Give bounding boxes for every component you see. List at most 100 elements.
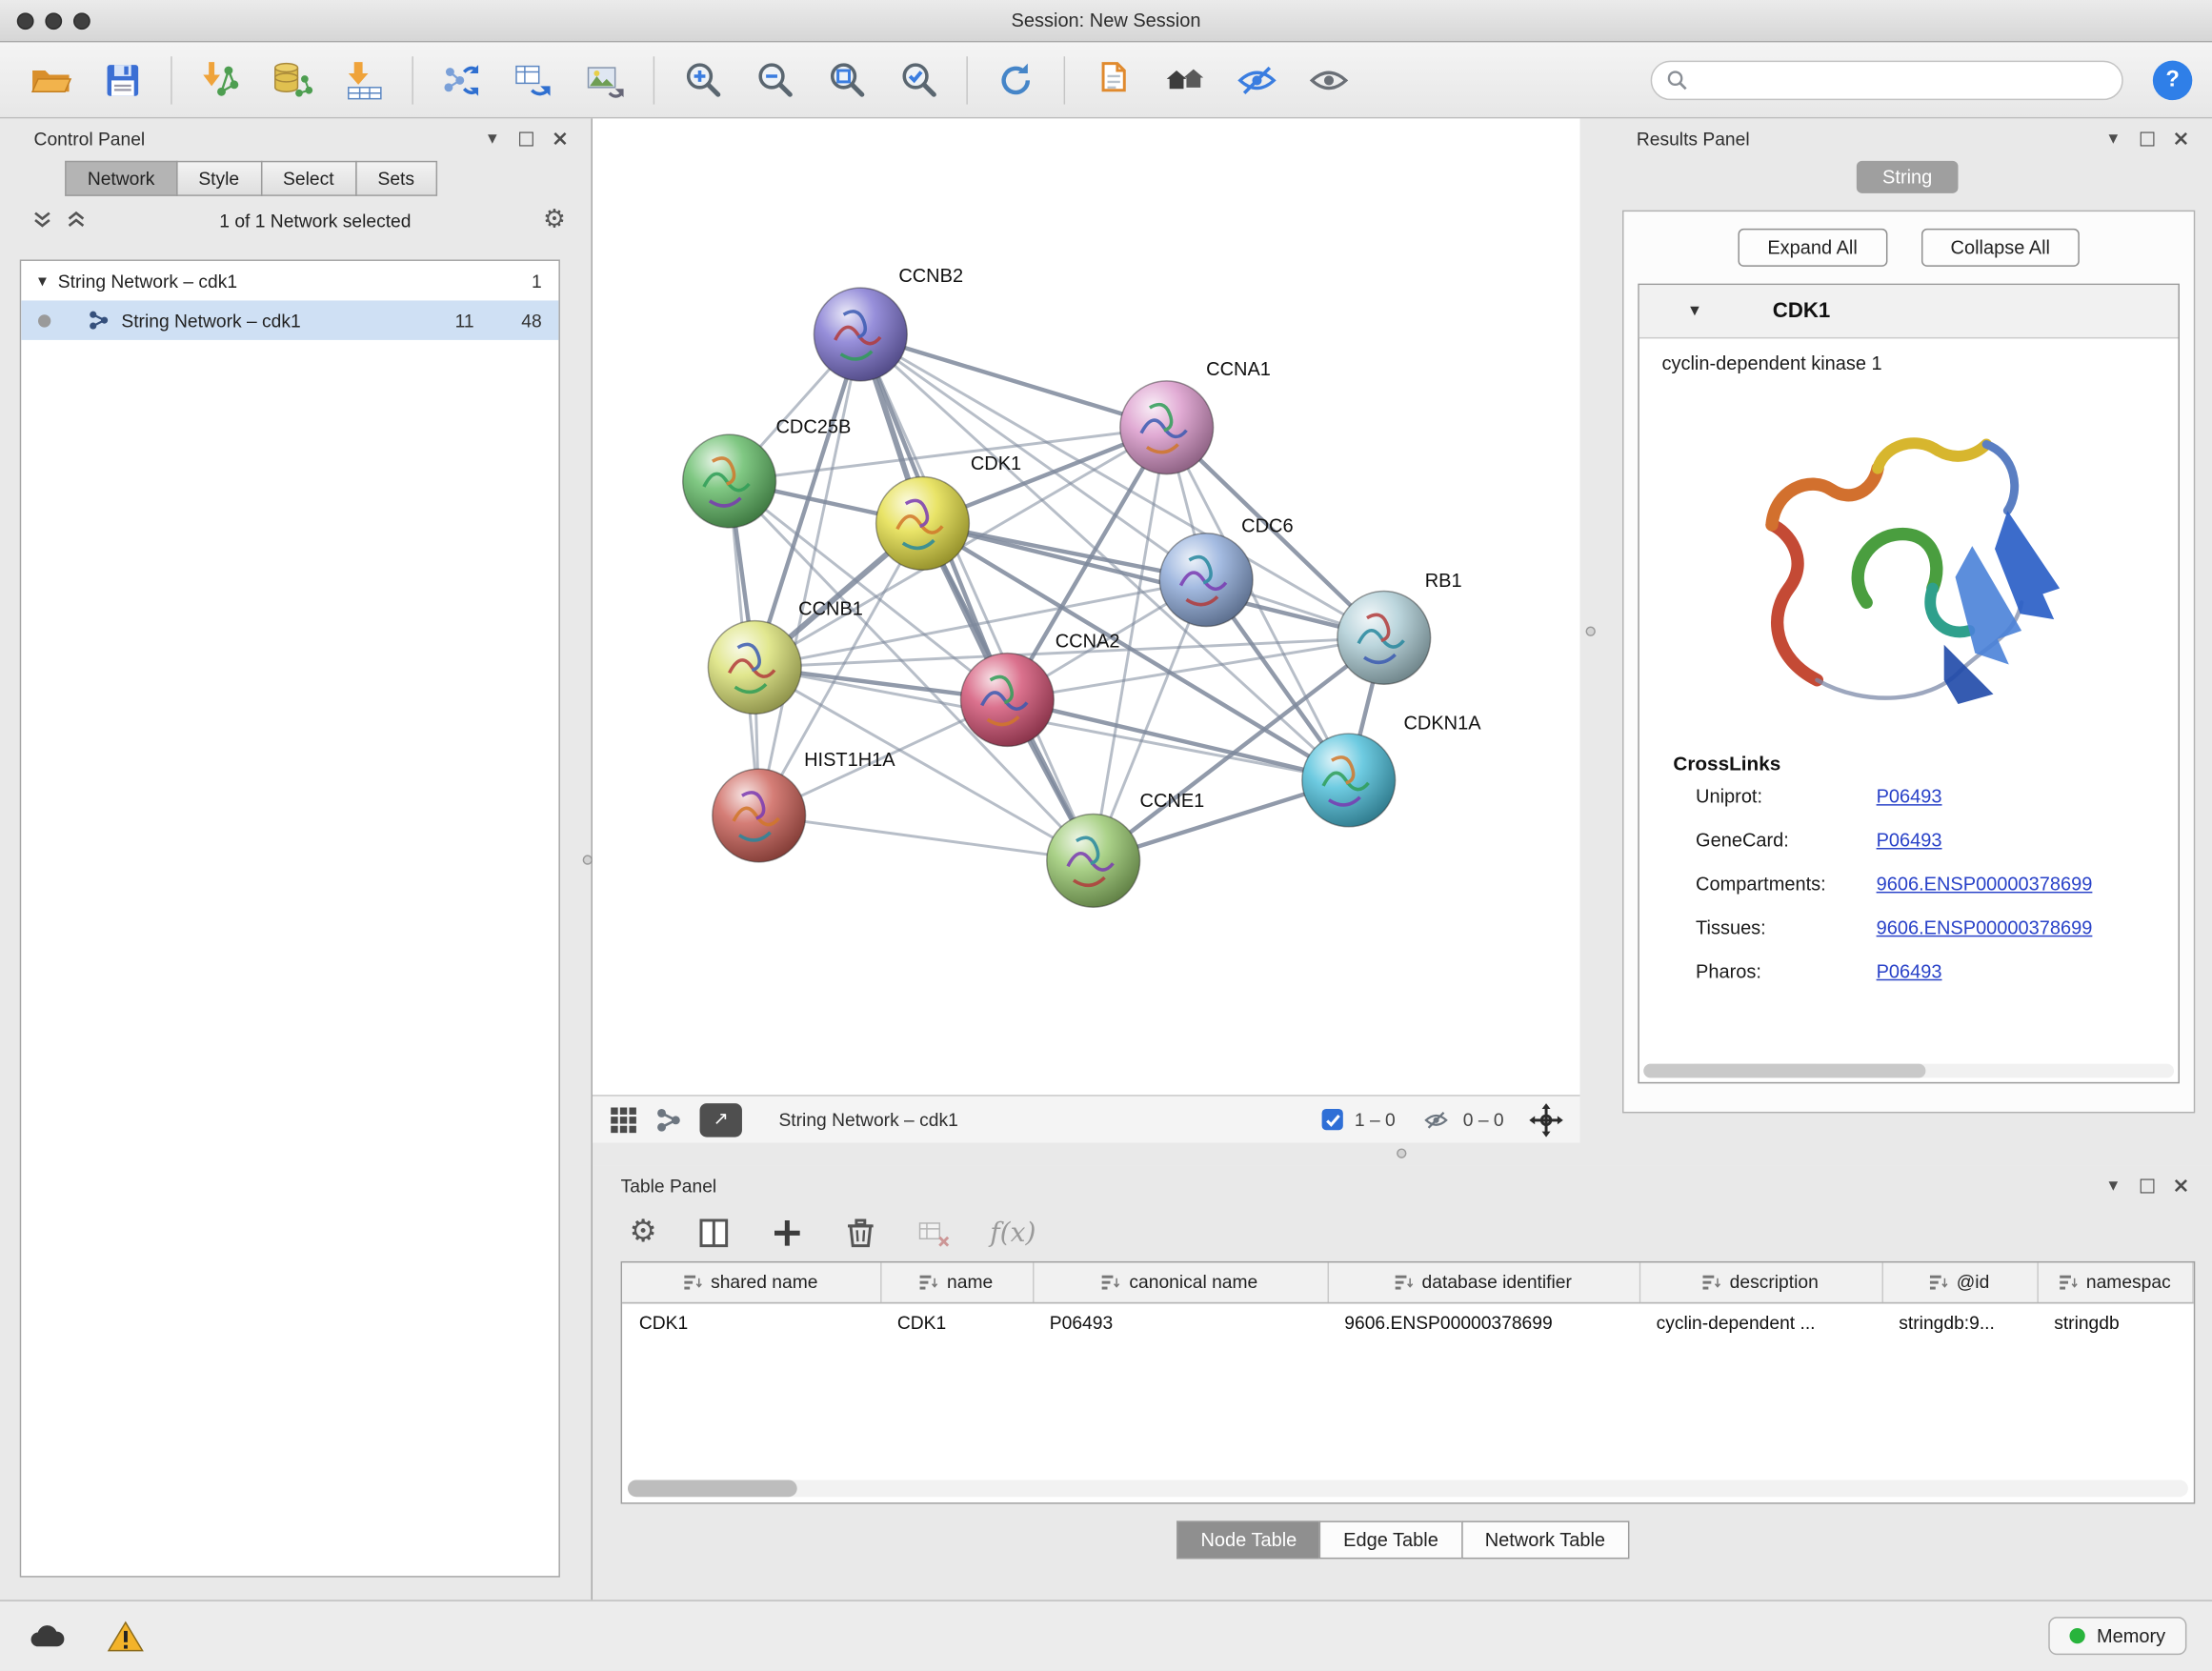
network-canvas[interactable]: CCNB2CCNA1CDC25BCDK1CDC6RB1CCNB1CCNA2CDK…: [593, 118, 1580, 1095]
birdseye-view-button[interactable]: [610, 1105, 638, 1134]
panel-splitter-handle[interactable]: [583, 855, 593, 864]
cell-description[interactable]: cyclin-dependent ...: [1639, 1302, 1882, 1341]
table-panel-float-button[interactable]: ▾: [2097, 1175, 2131, 1196]
splitter-handle[interactable]: [1397, 1148, 1406, 1158]
table-settings-gear-icon[interactable]: ⚙: [629, 1218, 656, 1249]
gene-section-header[interactable]: ▾ CDK1: [1639, 285, 2179, 338]
graphics-details-button[interactable]: [1297, 51, 1359, 108]
crosslink-uniprot-link[interactable]: P06493: [1877, 786, 1942, 807]
tab-sets[interactable]: Sets: [355, 161, 437, 196]
zoom-selected-button[interactable]: [887, 51, 949, 108]
splitter-handle[interactable]: [1586, 627, 1596, 636]
control-panel-maximize-button[interactable]: □: [510, 128, 544, 149]
column-header-database-identifier[interactable]: database identifier: [1328, 1262, 1639, 1301]
column-visibility-icon[interactable]: [696, 1217, 731, 1251]
column-header-name[interactable]: name: [880, 1262, 1033, 1301]
open-file-button[interactable]: [20, 51, 82, 108]
tab-select[interactable]: Select: [260, 161, 356, 196]
crosslink-label: Pharos:: [1696, 960, 1877, 981]
expand-all-button[interactable]: Expand All: [1738, 229, 1887, 267]
help-button[interactable]: ?: [2153, 60, 2192, 99]
column-header-canonical-name[interactable]: canonical name: [1033, 1262, 1328, 1301]
warning-icon[interactable]: [108, 1619, 145, 1653]
results-scrollbar-thumb[interactable]: [1643, 1064, 1925, 1078]
cell-name[interactable]: CDK1: [880, 1302, 1033, 1341]
column-header-shared-name[interactable]: shared name: [622, 1262, 880, 1301]
export-image-button[interactable]: [574, 51, 636, 108]
zoom-out-button[interactable]: [743, 51, 805, 108]
crosslink-genecard-link[interactable]: P06493: [1877, 830, 1942, 851]
crosslink-pharos-link[interactable]: P06493: [1877, 960, 1942, 981]
table-panel-maximize-button[interactable]: □: [2130, 1175, 2164, 1196]
cell-canonical-name[interactable]: P06493: [1033, 1302, 1328, 1341]
apply-layout-button[interactable]: [985, 51, 1047, 108]
collection-caret-icon[interactable]: ▾: [38, 271, 47, 291]
tab-string[interactable]: String: [1857, 161, 1958, 193]
cell-namespace[interactable]: stringdb: [2037, 1302, 2193, 1341]
table-row[interactable]: CDK1 CDK1 P06493 9606.ENSP00000378699 cy…: [622, 1302, 2193, 1341]
results-panel-maximize-button[interactable]: □: [2130, 128, 2164, 149]
copy-document-button[interactable]: [1082, 51, 1144, 108]
results-panel-close-button[interactable]: ×: [2164, 126, 2199, 151]
gene-caret-icon[interactable]: ▾: [1690, 300, 1699, 321]
hide-show-button[interactable]: [1226, 51, 1288, 108]
save-session-button[interactable]: [91, 51, 153, 108]
network-overview-button[interactable]: [654, 1105, 683, 1134]
table-scrollbar-thumb[interactable]: [628, 1480, 797, 1497]
network-edge[interactable]: [860, 334, 1093, 860]
results-panel-float-button[interactable]: ▾: [2097, 128, 2131, 149]
delete-column-trash-icon[interactable]: [843, 1217, 877, 1251]
zoom-in-button[interactable]: [672, 51, 734, 108]
import-network-database-button[interactable]: [261, 51, 323, 108]
results-content: Expand All Collapse All ▾ CDK1 cyclin-de…: [1622, 211, 2195, 1114]
crosslink-compartments-link[interactable]: 9606.ENSP00000378699: [1877, 874, 2093, 895]
minimize-window-button[interactable]: [45, 12, 62, 30]
column-header-id[interactable]: @id: [1882, 1262, 2038, 1301]
export-table-button[interactable]: [502, 51, 564, 108]
tab-network-table[interactable]: Network Table: [1461, 1520, 1630, 1559]
close-window-button[interactable]: [17, 12, 34, 30]
network-options-gear-icon[interactable]: ⚙: [543, 208, 566, 233]
tab-edge-table[interactable]: Edge Table: [1319, 1520, 1462, 1559]
memory-button[interactable]: Memory: [2049, 1617, 2187, 1655]
column-header-namespace[interactable]: namespac: [2037, 1262, 2193, 1301]
cell-database-identifier[interactable]: 9606.ENSP00000378699: [1328, 1302, 1639, 1341]
control-panel-float-button[interactable]: ▾: [475, 128, 510, 149]
control-panel: Control Panel ▾ □ × Network Style Select…: [0, 118, 593, 1600]
table-panel-title: Table Panel: [621, 1175, 717, 1196]
cell-id[interactable]: stringdb:9...: [1882, 1302, 2038, 1341]
home-button[interactable]: [1154, 51, 1216, 108]
tab-style[interactable]: Style: [176, 161, 262, 196]
vertical-splitter[interactable]: [1580, 118, 1603, 1142]
table-panel-close-button[interactable]: ×: [2164, 1173, 2199, 1198]
network-edge[interactable]: [759, 815, 1094, 860]
tab-node-table[interactable]: Node Table: [1176, 1520, 1320, 1559]
tab-network[interactable]: Network: [65, 161, 177, 196]
collapse-all-button[interactable]: Collapse All: [1920, 229, 2080, 267]
export-network-button[interactable]: [431, 51, 493, 108]
import-network-file-button[interactable]: [189, 51, 251, 108]
node-table: shared name name canonical name database…: [621, 1261, 2196, 1504]
add-column-icon[interactable]: [770, 1217, 804, 1251]
horizontal-splitter[interactable]: [593, 1143, 2212, 1166]
crosslink-tissues-link[interactable]: 9606.ENSP00000378699: [1877, 917, 2093, 938]
network-row[interactable]: String Network – cdk1 11 48: [21, 300, 558, 339]
gene-symbol: CDK1: [1773, 299, 1830, 323]
network-edge[interactable]: [860, 334, 1166, 428]
selection-checkbox[interactable]: [1322, 1109, 1343, 1130]
network-edge[interactable]: [759, 334, 861, 815]
center-view-button[interactable]: [1529, 1102, 1563, 1137]
expand-all-icon[interactable]: [65, 211, 88, 231]
zoom-fit-button[interactable]: [815, 51, 877, 108]
zoom-window-button[interactable]: [73, 12, 90, 30]
search-input[interactable]: [1698, 70, 2108, 91]
external-link-button[interactable]: ↗: [700, 1102, 742, 1137]
collapse-all-icon[interactable]: [31, 211, 54, 231]
control-panel-close-button[interactable]: ×: [543, 126, 577, 151]
cloud-icon[interactable]: [26, 1621, 68, 1652]
cell-shared-name[interactable]: CDK1: [622, 1302, 880, 1341]
network-collection-row[interactable]: ▾ String Network – cdk1 1: [21, 261, 558, 300]
import-table-file-button[interactable]: [332, 51, 394, 108]
column-header-description[interactable]: description: [1639, 1262, 1882, 1301]
function-builder-fx-icon[interactable]: f(x): [990, 1218, 1036, 1249]
